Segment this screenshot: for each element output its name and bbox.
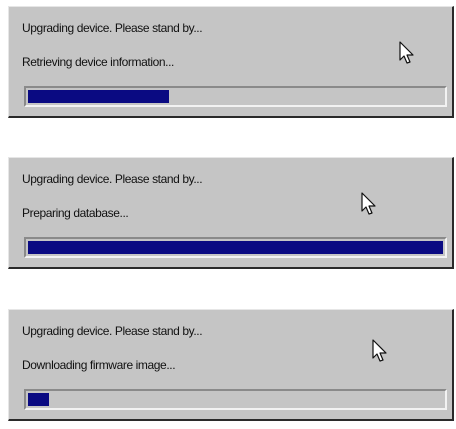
upgrade-progress-dialog: Upgrading device. Please stand by... Pre…: [8, 157, 454, 269]
progress-fill: [28, 90, 170, 103]
upgrade-progress-dialog: Upgrading device. Please stand by... Ret…: [8, 6, 454, 118]
progress-fill: [28, 393, 49, 406]
progress-fill: [28, 241, 443, 254]
upgrade-progress-dialog: Upgrading device. Please stand by... Dow…: [8, 309, 454, 421]
upgrade-message: Upgrading device. Please stand by...: [22, 21, 203, 35]
progress-bar: [24, 86, 447, 107]
status-text: Downloading firmware image...: [22, 358, 176, 372]
mouse-pointer-icon: [361, 192, 376, 215]
status-text: Retrieving device information...: [22, 55, 174, 69]
upgrade-message: Upgrading device. Please stand by...: [22, 324, 203, 338]
progress-bar: [24, 389, 447, 410]
progress-bar: [24, 237, 447, 258]
status-text: Preparing database...: [22, 206, 129, 220]
mouse-pointer-icon: [399, 41, 414, 64]
upgrade-message: Upgrading device. Please stand by...: [22, 172, 203, 186]
mouse-pointer-icon: [372, 339, 387, 362]
